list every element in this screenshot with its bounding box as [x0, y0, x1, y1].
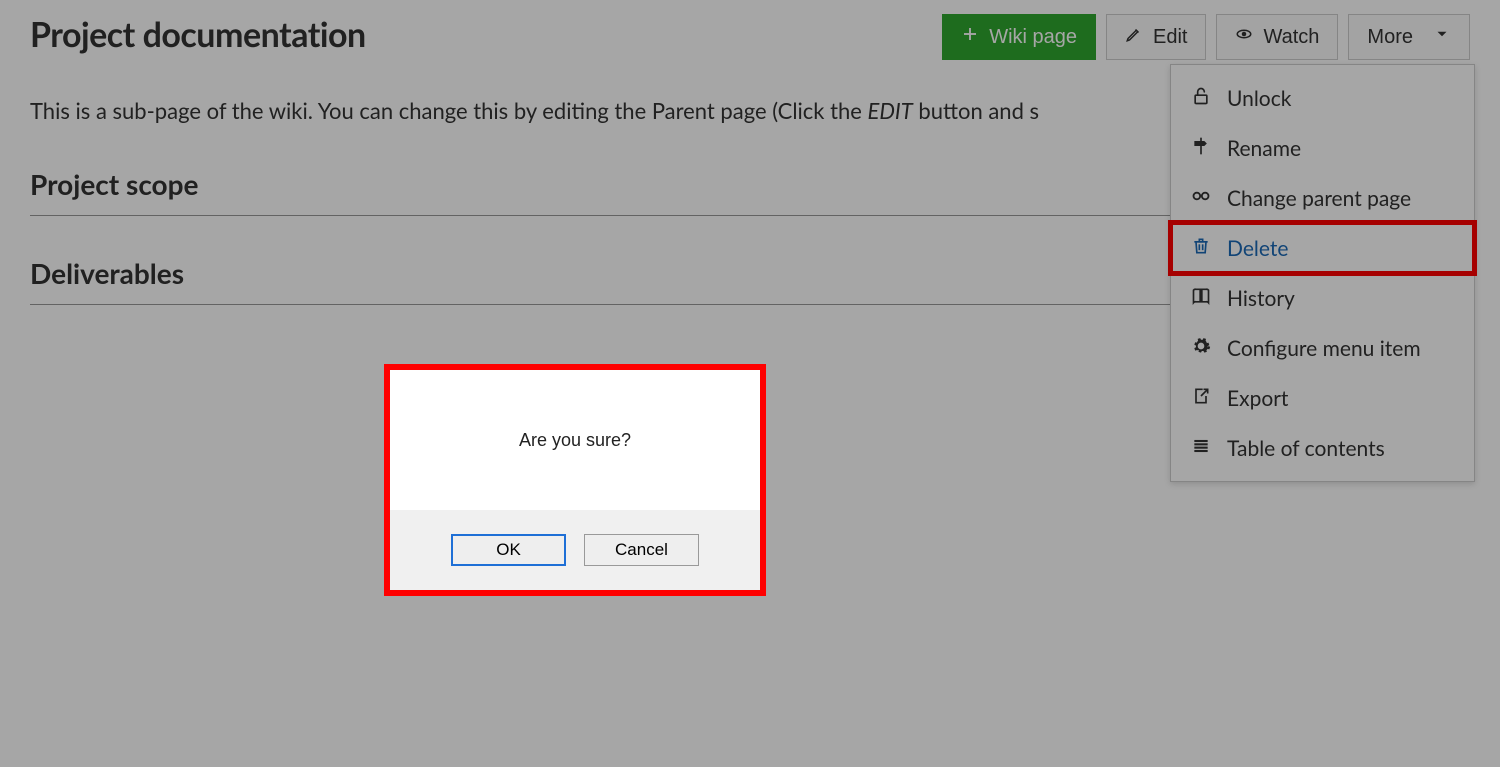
page-title: Project documentation: [30, 14, 366, 55]
dialog-message: Are you sure?: [519, 430, 631, 451]
trash-icon: [1191, 236, 1211, 261]
watch-label: Watch: [1263, 26, 1319, 49]
menu-item-toc[interactable]: Table of contents: [1171, 423, 1474, 473]
watch-button[interactable]: Watch: [1216, 14, 1338, 60]
menu-label: Unlock: [1227, 86, 1291, 111]
signpost-icon: [1191, 136, 1211, 161]
menu-label: Rename: [1227, 136, 1301, 161]
export-icon: [1191, 386, 1211, 411]
intro-italic: EDIT: [868, 97, 913, 124]
menu-item-history[interactable]: History: [1171, 273, 1474, 323]
menu-item-change-parent[interactable]: Change parent page: [1171, 173, 1474, 223]
dialog-footer: OK Cancel: [390, 510, 760, 590]
more-label: More: [1367, 26, 1413, 49]
wiki-page-label: Wiki page: [989, 26, 1077, 49]
menu-label: Table of contents: [1227, 436, 1385, 461]
gear-icon: [1191, 336, 1211, 361]
menu-label: Configure menu item: [1227, 336, 1421, 361]
menu-label: Export: [1227, 386, 1288, 411]
intro-suffix: button and s: [913, 97, 1039, 124]
cancel-button[interactable]: Cancel: [584, 534, 699, 566]
ok-button[interactable]: OK: [451, 534, 566, 566]
book-icon: [1191, 286, 1211, 311]
dialog-body: Are you sure?: [390, 370, 760, 510]
edit-button[interactable]: Edit: [1106, 14, 1206, 60]
more-button[interactable]: More: [1348, 14, 1470, 60]
pencil-icon: [1125, 25, 1143, 49]
menu-label: Change parent page: [1227, 186, 1411, 211]
menu-item-unlock[interactable]: Unlock: [1171, 73, 1474, 123]
toc-icon: [1191, 436, 1211, 461]
wiki-page-button[interactable]: Wiki page: [942, 14, 1096, 60]
chevron-down-icon: [1433, 25, 1451, 49]
page-header: Project documentation Wiki page Edit Wat…: [30, 14, 1470, 60]
menu-item-export[interactable]: Export: [1171, 373, 1474, 423]
intro-prefix: This is a sub-page of the wiki. You can …: [30, 97, 868, 124]
plus-icon: [961, 25, 979, 49]
unlock-icon: [1191, 86, 1211, 111]
confirm-dialog: Are you sure? OK Cancel: [390, 370, 760, 590]
menu-item-delete[interactable]: Delete: [1171, 223, 1474, 273]
more-dropdown: Unlock Rename Change parent page Delete …: [1170, 64, 1475, 482]
edit-label: Edit: [1153, 26, 1187, 49]
eye-icon: [1235, 25, 1253, 49]
toolbar: Wiki page Edit Watch More: [942, 14, 1470, 60]
menu-label: Delete: [1227, 236, 1288, 261]
menu-item-configure[interactable]: Configure menu item: [1171, 323, 1474, 373]
menu-item-rename[interactable]: Rename: [1171, 123, 1474, 173]
link-icon: [1191, 186, 1211, 211]
menu-label: History: [1227, 286, 1295, 311]
